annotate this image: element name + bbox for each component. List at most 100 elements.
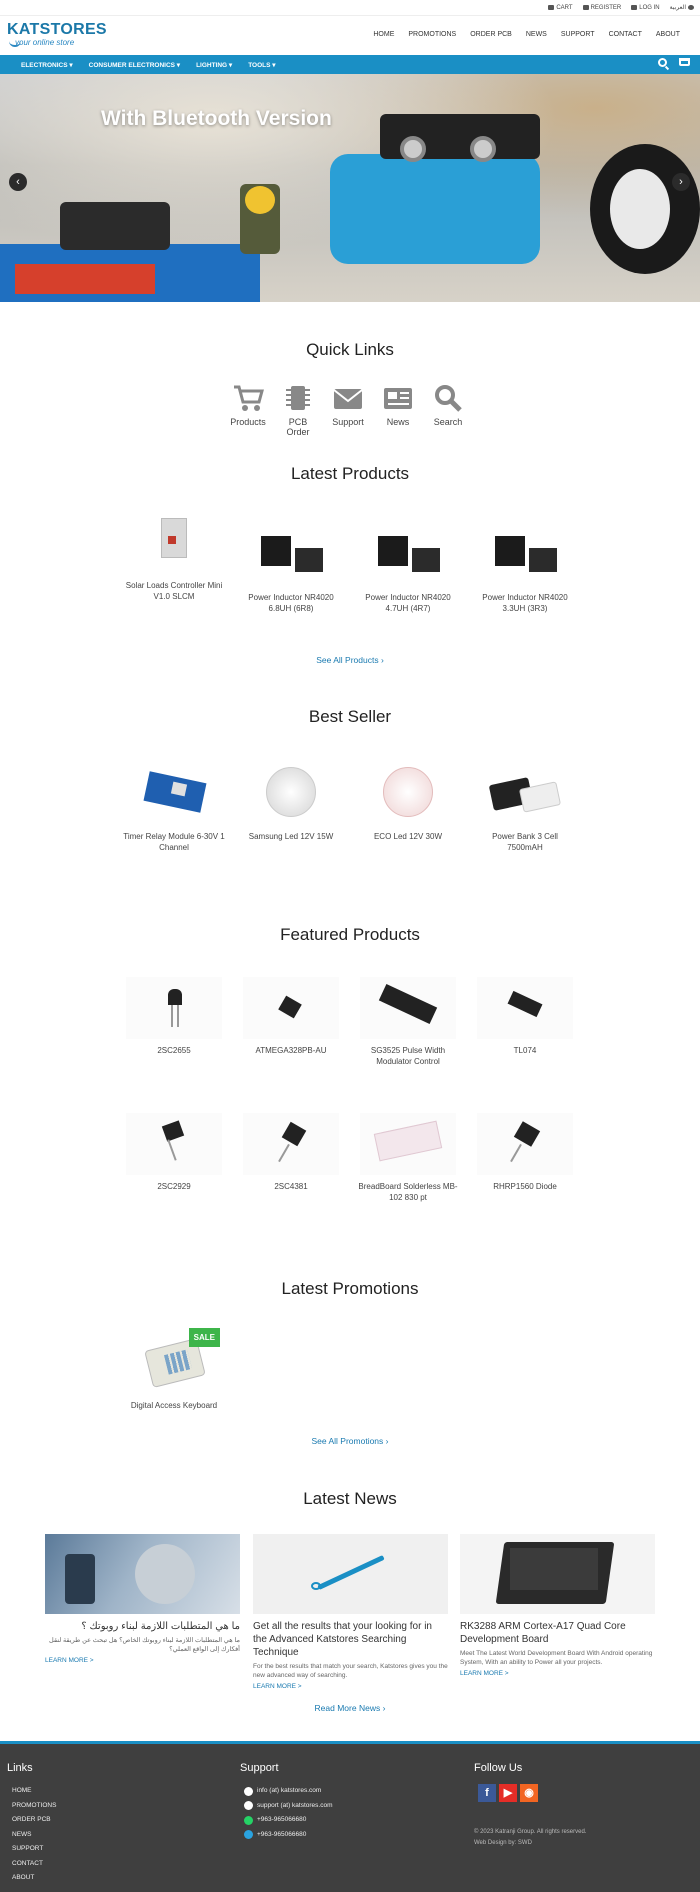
chevron-right-icon: › [382, 1703, 386, 1713]
product-image [477, 763, 573, 825]
footer-link-promotions[interactable]: PROMOTIONS [12, 1799, 56, 1814]
news-card[interactable]: RK3288 ARM Cortex-A17 Quad Core Developm… [460, 1534, 655, 1677]
quick-links-title: Quick Links [306, 340, 394, 359]
nav-news[interactable]: NEWS [526, 31, 547, 38]
product-image [477, 524, 573, 586]
footer-link-contact[interactable]: CONTACT [12, 1857, 56, 1872]
nav-about[interactable]: ABOUT [656, 31, 680, 38]
product-image [477, 977, 573, 1039]
product-card[interactable]: RHRP1560 Diode [474, 1113, 576, 1192]
see-all-promotions-link[interactable]: See All Promotions › [0, 1436, 700, 1446]
youtube-icon[interactable]: ▶ [499, 1784, 517, 1802]
footer-link-support[interactable]: SUPPORT [12, 1842, 56, 1857]
product-card[interactable]: 2SC2655 [123, 977, 225, 1056]
latest-news-title: Latest News [303, 1489, 397, 1508]
learn-more-link[interactable]: LEARN MORE > [45, 1657, 240, 1664]
product-image [360, 977, 456, 1039]
quick-link-news[interactable]: News [378, 383, 418, 437]
promotion-card[interactable]: SALE Digital Access Keyboard [123, 1328, 225, 1411]
quick-link-pcb-order[interactable]: PCB Order [278, 383, 318, 437]
product-card[interactable]: 2SC4381 [240, 1113, 342, 1192]
nav-home[interactable]: HOME [373, 31, 394, 38]
learn-more-link[interactable]: LEARN MORE > [460, 1670, 655, 1677]
product-image [126, 512, 222, 574]
search-icon[interactable] [658, 58, 667, 67]
product-card[interactable]: Power Inductor NR4020 4.7UH (4R7) [357, 524, 459, 614]
cart-link[interactable]: CART [548, 5, 573, 11]
product-image [360, 1113, 456, 1175]
product-card[interactable]: TL074 [474, 977, 576, 1056]
slider-prev-button[interactable]: ‹ [9, 173, 27, 191]
site-logo[interactable]: KATSTORES your online store [7, 21, 107, 47]
quick-link-products[interactable]: Products [228, 383, 268, 437]
quick-link-search[interactable]: Search [428, 383, 468, 437]
nav-support[interactable]: SUPPORT [561, 31, 595, 38]
contact-email-info[interactable]: info (at) katstores.com [244, 1784, 333, 1799]
cart-icon[interactable] [679, 58, 690, 66]
hero-photo-part [15, 264, 155, 294]
latest-promotions-title: Latest Promotions [281, 1279, 419, 1298]
quick-link-support[interactable]: Support [328, 383, 368, 437]
cart-icon [548, 5, 555, 10]
newspaper-icon [382, 383, 414, 413]
contact-telegram[interactable]: +963-965066680 [244, 1828, 333, 1843]
see-all-products-link[interactable]: See All Products › [0, 655, 700, 665]
facebook-icon[interactable]: f [478, 1784, 496, 1802]
product-card[interactable]: 2SC2929 [123, 1113, 225, 1192]
product-image [126, 977, 222, 1039]
envelope-icon [244, 1801, 253, 1811]
register-link[interactable]: REGISTER [582, 5, 621, 11]
top-utility-bar: CART REGISTER LOG IN العربية [0, 0, 700, 15]
product-card[interactable]: BreadBoard Solderless MB-102 830 pt [357, 1113, 459, 1203]
category-consumer-electronics[interactable]: CONSUMER ELECTRONICS [89, 61, 180, 69]
nav-order-pcb[interactable]: ORDER PCB [470, 31, 512, 38]
search-icon [432, 383, 464, 413]
slider-next-button[interactable]: › [672, 173, 690, 191]
product-card[interactable]: Power Inductor NR4020 6.8UH (6R8) [240, 524, 342, 614]
telegram-icon [244, 1830, 253, 1840]
news-card[interactable]: Get all the results that your looking fo… [253, 1534, 448, 1690]
web-design-credit[interactable]: Web Design by: SWD [474, 1839, 586, 1848]
contact-email-support[interactable]: support (at) katstores.com [244, 1799, 333, 1814]
chevron-right-icon: › [380, 655, 384, 665]
product-card[interactable]: SG3525 Pulse Width Modulator Control [357, 977, 459, 1067]
footer-support: Support info (at) katstores.com support … [240, 1762, 333, 1842]
product-card[interactable]: Samsung Led 12V 15W [240, 763, 342, 842]
category-tools[interactable]: TOOLS [248, 61, 275, 69]
login-icon [631, 5, 638, 10]
product-card[interactable]: Power Bank 3 Cell 7500mAH [474, 763, 576, 853]
quick-links: Products PCB Order Support News Search [228, 383, 468, 437]
globe-icon [688, 5, 694, 10]
product-card[interactable]: ECO Led 12V 30W [357, 763, 459, 842]
whatsapp-icon [244, 1815, 253, 1825]
pencil-icon [582, 5, 589, 10]
hero-photo-part [400, 136, 426, 162]
featured-products-title: Featured Products [280, 925, 420, 944]
chip-icon [282, 383, 314, 413]
footer-link-news[interactable]: NEWS [12, 1828, 56, 1843]
category-lighting[interactable]: LIGHTING [196, 61, 232, 69]
chevron-right-icon: › [385, 1436, 389, 1446]
language-link[interactable]: العربية [670, 4, 694, 11]
product-image [243, 977, 339, 1039]
footer-follow: Follow Us f ▶ ◉ © 2023 Katranji Group. A… [474, 1762, 587, 1848]
footer-link-order-pcb[interactable]: ORDER PCB [12, 1813, 56, 1828]
product-card[interactable]: ATMEGA328PB-AU [240, 977, 342, 1056]
read-more-news-link[interactable]: Read More News › [0, 1703, 700, 1713]
footer-link-home[interactable]: HOME [12, 1784, 56, 1799]
learn-more-link[interactable]: LEARN MORE > [253, 1683, 448, 1690]
product-card[interactable]: Timer Relay Module 6-30V 1 Channel [123, 763, 225, 853]
nav-contact[interactable]: CONTACT [609, 31, 642, 38]
product-card[interactable]: Power Inductor NR4020 3.3UH (3R3) [474, 524, 576, 614]
category-electronics[interactable]: ELECTRONICS [21, 61, 73, 69]
product-card[interactable]: Solar Loads Controller Mini V1.0 SLCM [123, 512, 225, 602]
news-card[interactable]: ما هي المتطلبات اللازمة لبناء روبوتك ؟ م… [45, 1534, 240, 1664]
footer-link-about[interactable]: ABOUT [12, 1871, 56, 1886]
login-link[interactable]: LOG IN [631, 5, 660, 11]
contact-whatsapp[interactable]: +963-965066680 [244, 1813, 333, 1828]
rss-icon[interactable]: ◉ [520, 1784, 538, 1802]
product-image [243, 524, 339, 586]
best-seller-title: Best Seller [308, 707, 392, 726]
nav-promotions[interactable]: PROMOTIONS [408, 31, 456, 38]
sale-badge: SALE [188, 1328, 220, 1347]
